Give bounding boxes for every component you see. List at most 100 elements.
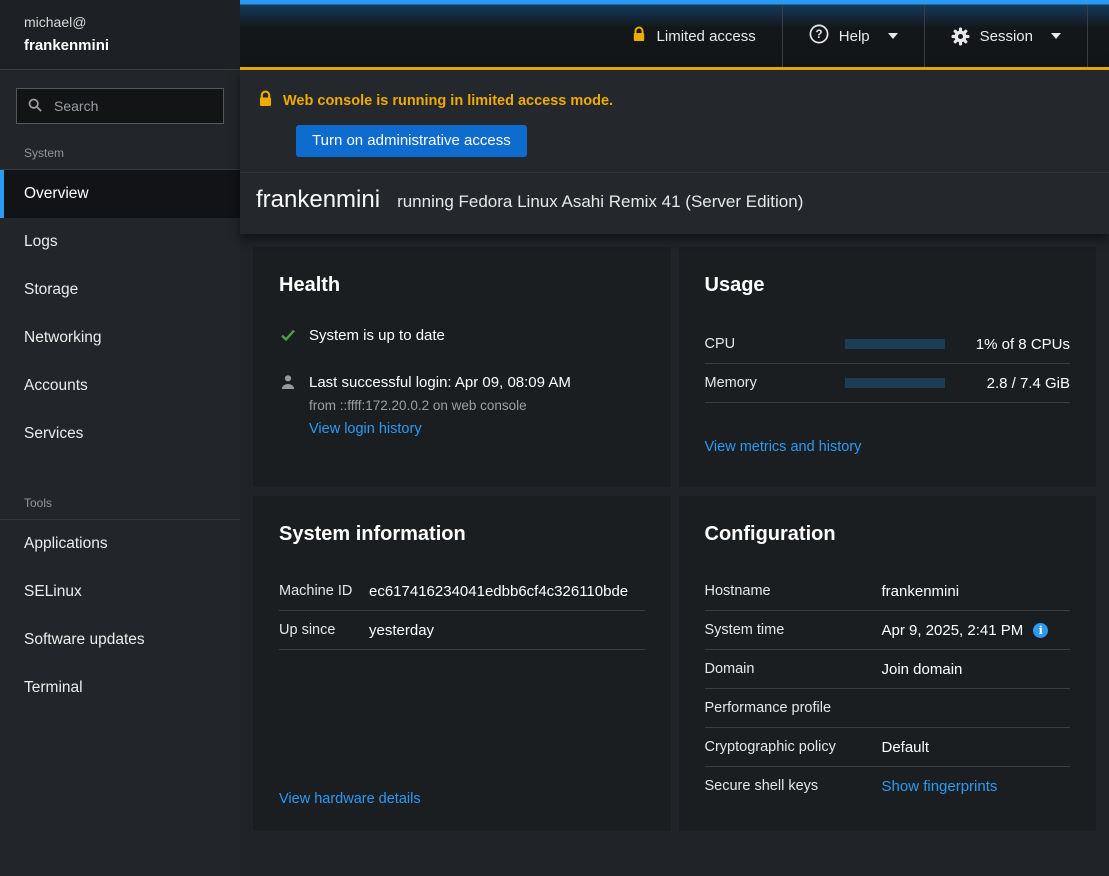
view-metrics-link[interactable]: View metrics and history <box>705 439 1071 455</box>
page-title: frankenmini running Fedora Linux Asahi R… <box>240 173 1109 234</box>
nav-section-title: Tools <box>0 484 240 520</box>
view-login-history-link[interactable]: View login history <box>309 421 422 437</box>
username: michael@ <box>24 11 224 34</box>
machine-id-value: ec617416234041edbb6cf4c326110bde <box>369 583 628 600</box>
main-area: Limited access ? Help <box>240 0 1109 876</box>
sidebar-search <box>16 88 224 124</box>
sidebar-item-applications[interactable]: Applications <box>0 520 240 568</box>
last-login-text: Last successful login: Apr 09, 08:09 AM <box>309 373 571 393</box>
question-circle-icon: ? <box>809 24 829 48</box>
view-hardware-details-link[interactable]: View hardware details <box>279 791 645 807</box>
masthead-toolbar: Limited access ? Help <box>605 5 1109 67</box>
chevron-down-icon <box>888 33 898 39</box>
system-time-label: System time <box>705 622 882 638</box>
system-time-value: Apr 9, 2025, 2:41 PM i <box>882 622 1049 639</box>
sidebar-item-software-updates[interactable]: Software updates <box>0 616 240 664</box>
nav-item-label: Overview <box>24 185 89 203</box>
configuration-card: Configuration Hostname frankenmini Syste… <box>679 496 1097 831</box>
card-title: System information <box>279 520 645 548</box>
info-icon[interactable]: i <box>1033 623 1048 638</box>
hostname-value: frankenmini <box>882 583 960 600</box>
chevron-down-icon <box>1051 33 1061 39</box>
memory-label: Memory <box>705 375 845 391</box>
up-since-row: Up since yesterday <box>279 611 645 650</box>
limited-access-alert: Web console is running in limited access… <box>240 70 1109 173</box>
cpu-value: 1% of 8 CPUs <box>945 336 1071 353</box>
system-time-row: System time Apr 9, 2025, 2:41 PM i <box>705 611 1071 650</box>
memory-progress-bar <box>845 378 945 388</box>
sidebar-item-logs[interactable]: Logs <box>0 218 240 266</box>
logged-in-user: michael@ frankenmini <box>0 0 240 70</box>
machine-id-row: Machine ID ec617416234041edbb6cf4c326110… <box>279 572 645 611</box>
login-from-text: from ::ffff:172.20.0.2 on web console <box>309 398 571 413</box>
cpu-progress-bar <box>845 339 945 349</box>
domain-label: Domain <box>705 661 882 677</box>
ssh-keys-label: Secure shell keys <box>705 778 882 794</box>
performance-profile-row: Performance profile <box>705 689 1071 728</box>
nav-item-label: SELinux <box>24 583 82 601</box>
memory-usage-row: Memory 2.8 / 7.4 GiB <box>705 364 1071 403</box>
crypto-policy-value: Default <box>882 739 930 756</box>
sidebar-item-services[interactable]: Services <box>0 410 240 458</box>
updates-status: System is up to date <box>279 326 645 346</box>
system-information-card: System information Machine ID ec61741623… <box>253 496 671 831</box>
sidebar-item-storage[interactable]: Storage <box>0 266 240 314</box>
system-info-table: Machine ID ec617416234041edbb6cf4c326110… <box>279 572 645 650</box>
help-label: Help <box>839 28 870 45</box>
ssh-keys-row: Secure shell keys Show fingerprints <box>705 767 1071 805</box>
session-menu[interactable]: Session <box>924 5 1087 67</box>
nav-section-title: System <box>0 134 240 170</box>
session-label: Session <box>980 28 1033 45</box>
usage-card: Usage CPU 1% of 8 CPUs Memory <box>679 247 1097 487</box>
last-login-status: Last successful login: Apr 09, 08:09 AM … <box>279 373 645 438</box>
search-input[interactable] <box>16 88 224 124</box>
up-since-label: Up since <box>279 622 369 638</box>
up-to-date-text: System is up to date <box>309 326 445 346</box>
sidebar-item-networking[interactable]: Networking <box>0 314 240 362</box>
hostname-label: Hostname <box>705 583 882 599</box>
user-hostname: frankenmini <box>24 34 224 58</box>
lock-icon <box>631 26 647 46</box>
nav-item-label: Applications <box>24 535 108 553</box>
nav-item-label: Logs <box>24 233 58 251</box>
join-domain-action[interactable]: Join domain <box>882 661 963 678</box>
nav-item-label: Services <box>24 425 83 443</box>
card-title: Configuration <box>705 520 1071 548</box>
lock-icon <box>257 90 274 112</box>
show-fingerprints-link[interactable]: Show fingerprints <box>882 778 998 795</box>
masthead: Limited access ? Help <box>240 0 1109 70</box>
page-header: Web console is running in limited access… <box>240 70 1109 234</box>
card-title: Health <box>279 271 645 299</box>
sidebar-item-accounts[interactable]: Accounts <box>0 362 240 410</box>
health-card: Health System is up to date <box>253 247 671 487</box>
nav-section-system: System Overview Logs Storage Networking … <box>0 134 240 458</box>
turn-on-admin-access-button[interactable]: Turn on administrative access <box>296 125 527 157</box>
search-icon <box>28 98 42 117</box>
hostname-title: frankenmini <box>256 186 380 214</box>
performance-profile-label: Performance profile <box>705 700 882 716</box>
sidebar-item-selinux[interactable]: SELinux <box>0 568 240 616</box>
card-title: Usage <box>705 271 1071 299</box>
gear-icon <box>951 27 970 46</box>
limited-access-indicator[interactable]: Limited access <box>605 5 782 67</box>
svg-text:?: ? <box>815 29 822 41</box>
sidebar-item-terminal[interactable]: Terminal <box>0 664 240 712</box>
cockpit-app: michael@ frankenmini System Overview Log… <box>0 0 1109 876</box>
crypto-policy-label: Cryptographic policy <box>705 739 882 755</box>
toolbar-divider <box>1087 5 1109 67</box>
sidebar-item-overview[interactable]: Overview <box>0 170 240 218</box>
up-since-value: yesterday <box>369 622 434 639</box>
nav-item-label: Accounts <box>24 377 88 395</box>
configuration-table: Hostname frankenmini System time Apr 9, … <box>705 572 1071 805</box>
memory-value: 2.8 / 7.4 GiB <box>945 375 1071 392</box>
nav-item-label: Networking <box>24 329 102 347</box>
limited-access-label: Limited access <box>657 28 756 45</box>
usage-table: CPU 1% of 8 CPUs Memory 2.8 / 7.4 GiB <box>705 325 1071 403</box>
nav-section-tools: Tools Applications SELinux Software upda… <box>0 484 240 712</box>
help-menu[interactable]: ? Help <box>782 5 924 67</box>
check-icon <box>279 327 296 343</box>
os-subtitle: running Fedora Linux Asahi Remix 41 (Ser… <box>397 192 803 212</box>
system-time-text: Apr 9, 2025, 2:41 PM <box>882 622 1024 639</box>
cpu-usage-row: CPU 1% of 8 CPUs <box>705 325 1071 364</box>
sidebar: michael@ frankenmini System Overview Log… <box>0 0 240 876</box>
